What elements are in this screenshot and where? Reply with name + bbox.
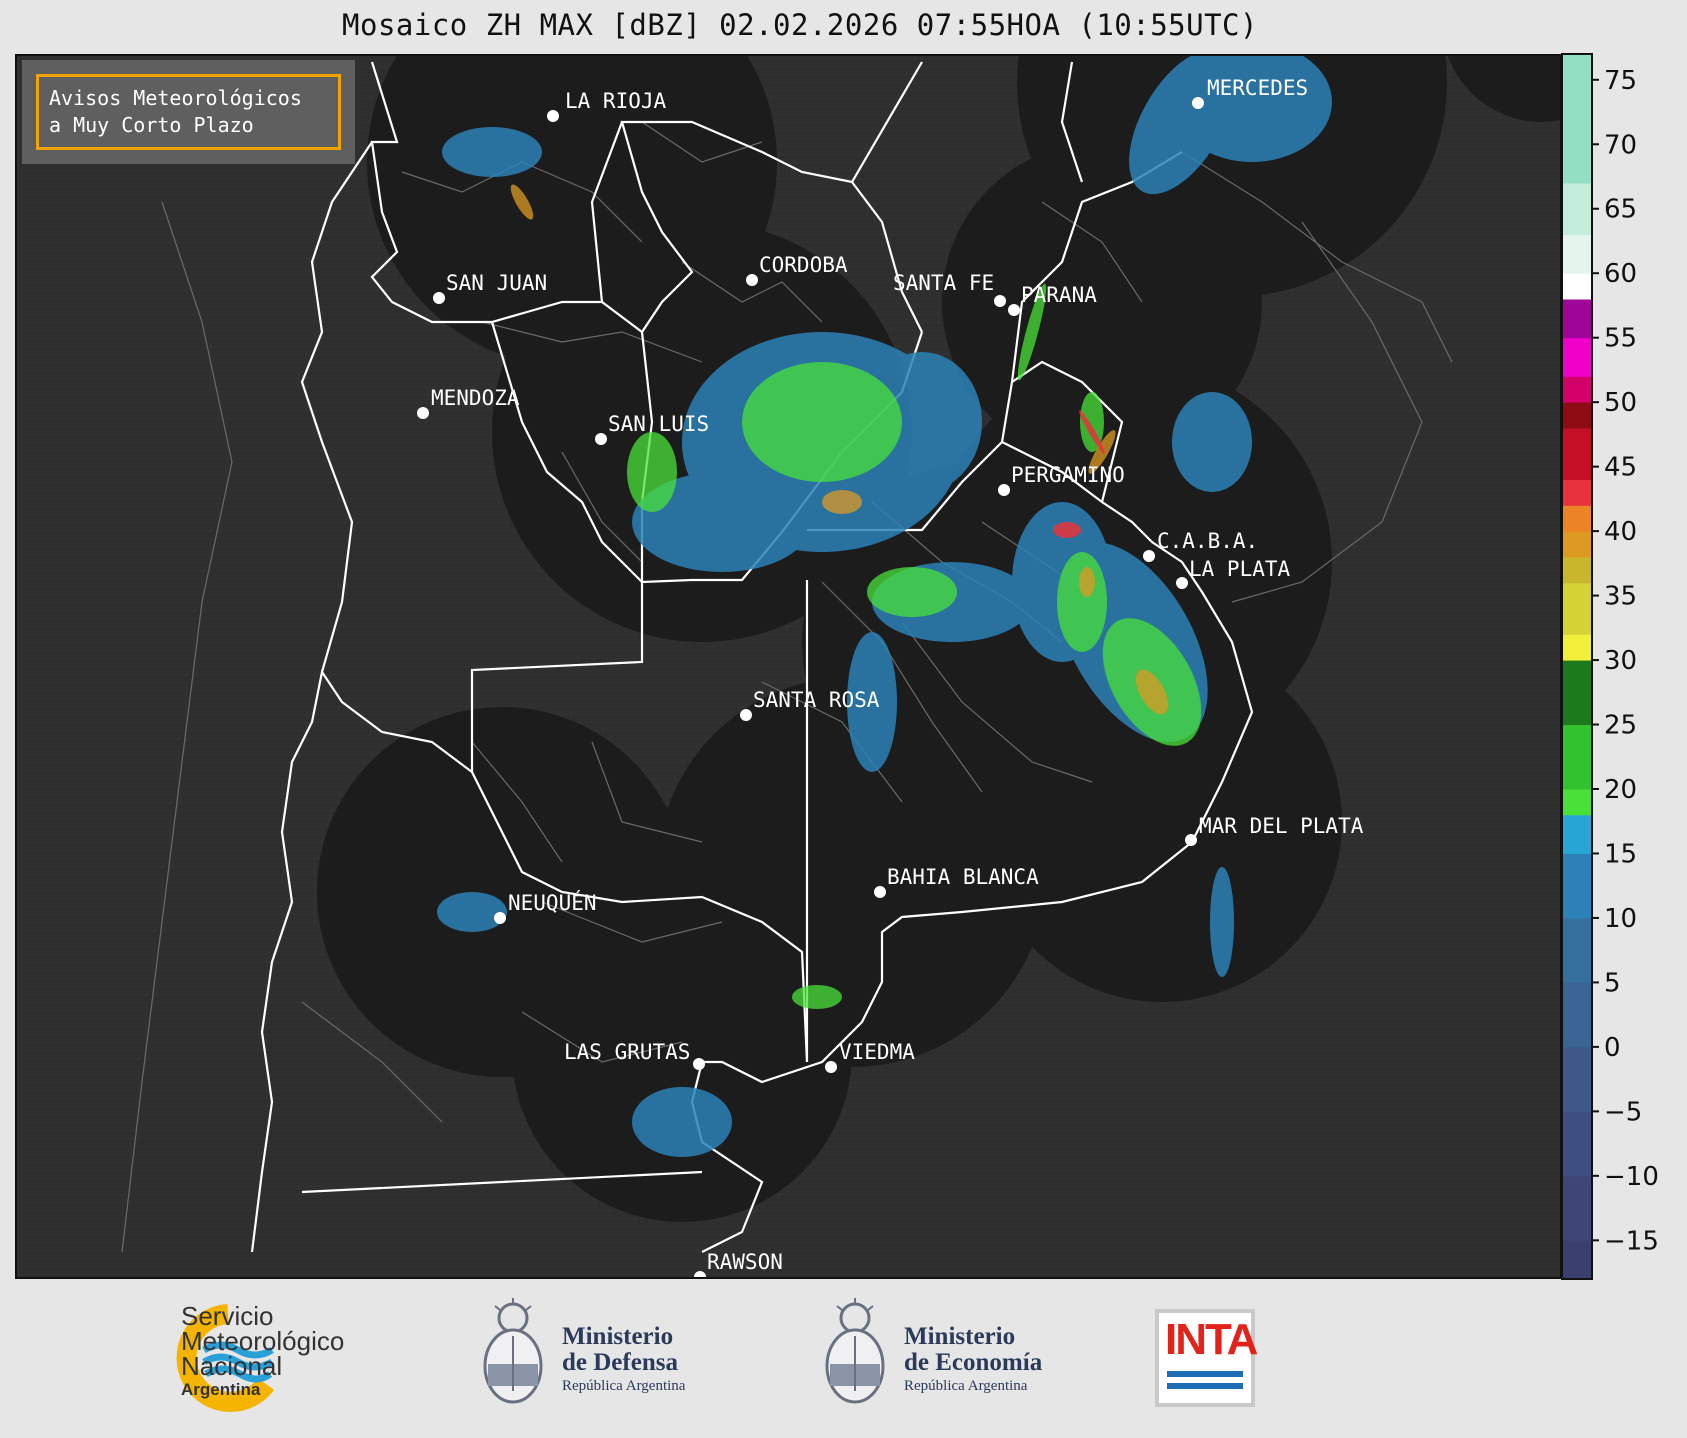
colorbar-band [1562, 234, 1592, 274]
avisos-line-2: a Muy Corto Plazo [49, 113, 254, 137]
colorbar-band [1562, 982, 1592, 1048]
colorbar-tick-label: 20 [1604, 775, 1637, 805]
inta-logo-text: INTA [1165, 1315, 1258, 1364]
colorbar-band [1562, 376, 1592, 403]
colorbar-band [1562, 556, 1592, 584]
map-title: Mosaico ZH MAX [dBZ] 02.02.2026 07:55HOA… [342, 8, 1258, 42]
defensa-line-3: República Argentina [562, 1378, 686, 1394]
colorbar-tick-label: 65 [1604, 195, 1637, 225]
colorbar-band [1562, 789, 1592, 816]
colorbar-band [1562, 402, 1592, 429]
smn-line-4: Argentina [181, 1380, 261, 1399]
colorbar-band [1562, 337, 1592, 377]
svg-text:MAR DEL PLATA: MAR DEL PLATA [1199, 814, 1364, 838]
colorbar-tick-label: 75 [1604, 66, 1637, 96]
svg-text:C.A.B.A.: C.A.B.A. [1157, 529, 1258, 553]
colorbar-band [1562, 427, 1592, 481]
colorbar-band [1562, 531, 1592, 558]
colorbar-tick-label: 35 [1604, 582, 1637, 612]
svg-text:MERCEDES: MERCEDES [1207, 76, 1308, 100]
colorbar-tick-label: 45 [1604, 453, 1637, 483]
colorbar-band [1562, 917, 1592, 983]
svg-text:BAHIA BLANCA: BAHIA BLANCA [887, 865, 1039, 889]
inta-stripe [1167, 1371, 1243, 1377]
colorbar-band [1562, 479, 1592, 506]
coat-of-arms-icon [483, 1298, 543, 1404]
colorbar-band [1562, 1175, 1592, 1241]
svg-text:LAS GRUTAS: LAS GRUTAS [564, 1040, 690, 1064]
colorbar-band [1562, 505, 1592, 532]
colorbar-band [1562, 1046, 1592, 1112]
colorbar-tick-label: 30 [1604, 646, 1637, 676]
inta-logo: INTA [1155, 1309, 1258, 1407]
dbz-colorbar: 757065605550454035302520151050−5−10−15 [1561, 53, 1659, 1280]
colorbar-band [1562, 724, 1592, 790]
avisos-panel: Avisos Meteorológicos a Muy Corto Plazo [22, 60, 355, 164]
svg-text:CORDOBA: CORDOBA [759, 253, 848, 277]
colorbar-band [1562, 814, 1592, 854]
colorbar-band [1562, 634, 1592, 661]
colorbar-tick-label: 0 [1604, 1033, 1621, 1063]
colorbar-band [1562, 182, 1592, 236]
svg-text:SAN LUIS: SAN LUIS [608, 412, 709, 436]
colorbar-tick-label: 15 [1604, 839, 1637, 869]
ministerio-defensa-logo: Ministerio de Defensa República Argentin… [478, 1296, 738, 1416]
defensa-line-2: de Defensa [562, 1349, 678, 1376]
svg-text:RAWSON: RAWSON [707, 1250, 783, 1274]
economia-line-2: de Economía [904, 1349, 1043, 1376]
svg-text:LA PLATA: LA PLATA [1189, 557, 1291, 581]
avisos-label: Avisos Meteorológicos a Muy Corto Plazo [36, 74, 341, 150]
smn-logo-text: Servicio Meteorológico Nacional Argentin… [181, 1303, 344, 1401]
colorbar-bands [1562, 54, 1592, 1280]
inta-stripe [1167, 1383, 1243, 1389]
svg-text:SANTA ROSA: SANTA ROSA [753, 688, 880, 712]
colorbar-band [1562, 273, 1592, 300]
svg-text:PERGAMINO: PERGAMINO [1011, 463, 1125, 487]
colorbar-tick-label: −5 [1604, 1097, 1642, 1127]
svg-text:VIEDMA: VIEDMA [839, 1040, 915, 1064]
avisos-line-1: Avisos Meteorológicos [49, 86, 302, 110]
colorbar-band [1562, 54, 1592, 184]
svg-text:MENDOZA: MENDOZA [431, 386, 520, 410]
colorbar-ticks: 757065605550454035302520151050−5−10−15 [1592, 66, 1659, 1256]
colorbar-tick-label: 10 [1604, 904, 1637, 934]
ministerio-economia-logo: Ministerio de Economía República Argenti… [820, 1296, 1080, 1416]
svg-text:PARANA: PARANA [1021, 283, 1097, 307]
economia-line-1: Ministerio [904, 1323, 1016, 1350]
colorbar-band [1562, 1111, 1592, 1177]
defensa-line-1: Ministerio [562, 1323, 674, 1350]
colorbar-band [1562, 582, 1592, 635]
coat-of-arms-icon [825, 1298, 885, 1404]
colorbar-tick-label: 40 [1604, 517, 1637, 547]
colorbar-tick-label: 70 [1604, 130, 1637, 160]
colorbar-tick-label: −10 [1604, 1162, 1659, 1192]
svg-text:SAN JUAN: SAN JUAN [446, 271, 547, 295]
colorbar-tick-label: 5 [1604, 968, 1621, 998]
svg-text:NEUQUÉN: NEUQUÉN [508, 890, 597, 915]
colorbar-tick-label: 55 [1604, 324, 1637, 354]
colorbar-band [1562, 299, 1592, 339]
map-canvas: LA RIOJA MERCEDES CORDOBA SAN JUAN SANTA… [17, 56, 1560, 1277]
colorbar-band [1562, 660, 1592, 726]
colorbar-band [1562, 853, 1592, 919]
colorbar-band [1562, 1240, 1592, 1280]
svg-text:LA RIOJA: LA RIOJA [565, 89, 667, 113]
colorbar-tick-label: 50 [1604, 388, 1637, 418]
colorbar-tick-label: 60 [1604, 259, 1637, 289]
radar-map[interactable]: LA RIOJA MERCEDES CORDOBA SAN JUAN SANTA… [15, 54, 1562, 1279]
colorbar-tick-label: −15 [1604, 1226, 1659, 1256]
economia-line-3: República Argentina [904, 1378, 1028, 1394]
svg-text:SANTA FE: SANTA FE [893, 271, 994, 295]
smn-line-3: Nacional [181, 1351, 283, 1381]
colorbar-tick-label: 25 [1604, 711, 1637, 741]
